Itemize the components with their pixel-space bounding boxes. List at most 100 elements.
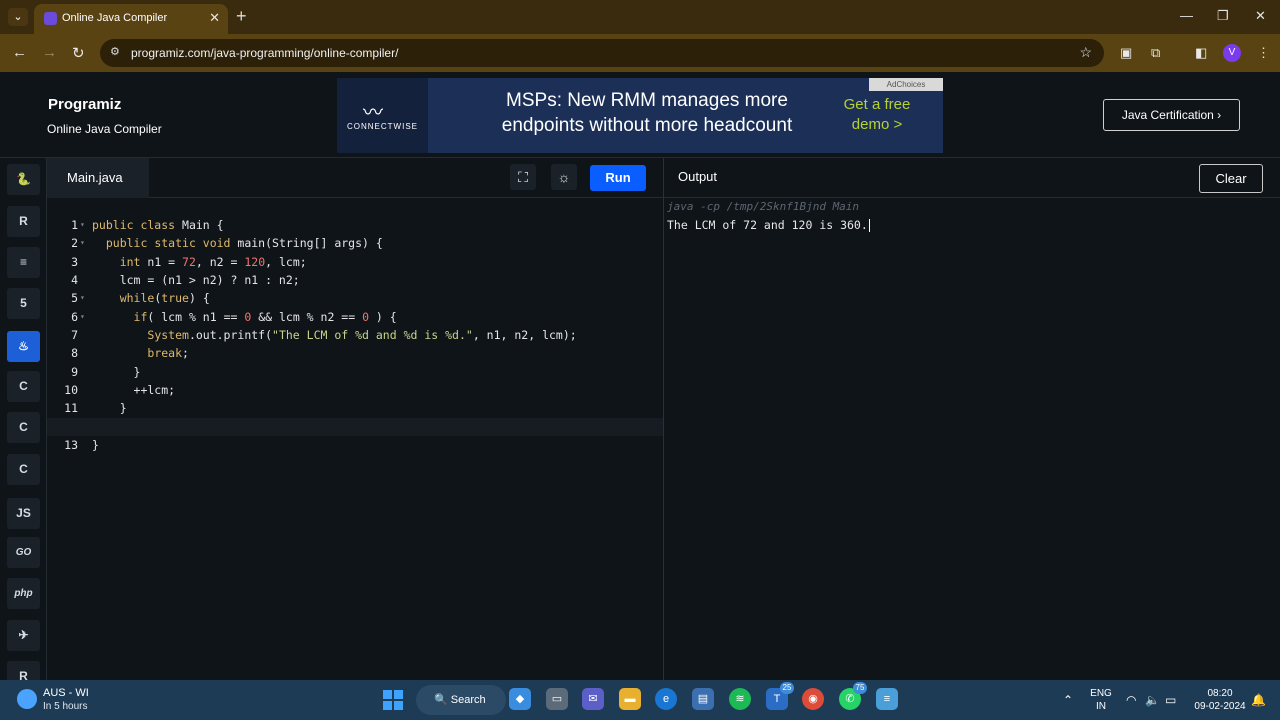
back-icon[interactable]: ← bbox=[12, 44, 27, 61]
language-sidebar: 🐍 R ≡ 5 ♨ C C C JS GO php ✈ R bbox=[0, 158, 47, 680]
output-header: Output Clear bbox=[664, 158, 1280, 198]
code-line[interactable]: 5 ▾ while(true) { bbox=[47, 271, 663, 305]
microsoft-store-icon[interactable]: ▤ bbox=[692, 688, 714, 710]
theme-toggle-sun-icon[interactable]: ☼ bbox=[551, 164, 577, 190]
code-line[interactable]: 4 lcm = (n1 > n2) ? n1 : n2; bbox=[47, 253, 663, 287]
search-label: Search bbox=[450, 694, 486, 706]
chrome-icon[interactable]: ◉ bbox=[802, 688, 824, 710]
weather-title[interactable]: AUS - WI bbox=[43, 687, 89, 699]
output-title: Output bbox=[678, 169, 718, 184]
whatsapp-badge: 75 bbox=[853, 682, 867, 694]
code-line[interactable]: 10 ++lcm; bbox=[47, 363, 663, 397]
code-line[interactable]: 8 break; bbox=[47, 326, 663, 360]
spotify-icon[interactable]: ≋ bbox=[729, 688, 751, 710]
windows-start-icon[interactable] bbox=[383, 690, 403, 710]
code-line-current[interactable]: 13} bbox=[47, 418, 663, 452]
text-caret bbox=[868, 219, 870, 232]
code-line[interactable]: 2 ▾ public static void main(String[] args… bbox=[47, 216, 663, 250]
ad-brand-name: CONNECTWISE bbox=[347, 122, 418, 131]
teams-chat-icon[interactable]: ✉ bbox=[582, 688, 604, 710]
extension-app-icon[interactable]: ▣ bbox=[1120, 45, 1132, 61]
code-line[interactable]: 3 int n1 = 72, n2 = 120, lcm; bbox=[47, 235, 663, 269]
page-title: Online Java Compiler bbox=[47, 122, 162, 136]
wifi-icon[interactable]: ◠ bbox=[1126, 693, 1136, 707]
tab-search-icon[interactable]: ⌄ bbox=[8, 8, 28, 26]
lang-js-icon[interactable]: JS bbox=[7, 498, 40, 529]
code-editor[interactable]: 1 ▾ public class Main { 2 ▾ public static v… bbox=[47, 198, 663, 680]
file-tab-main-java[interactable]: Main.java bbox=[47, 158, 149, 198]
code-line[interactable]: 7 System.out.printf("The LCM of %d and %… bbox=[47, 308, 663, 342]
run-button[interactable]: Run bbox=[590, 165, 646, 191]
browser-tab-bar: ⌄ Online Java Compiler ✕ + — ❐ ✕ bbox=[0, 0, 1280, 34]
code-line[interactable]: 11 } bbox=[47, 381, 663, 415]
code-line[interactable]: 1 ▾ public class Main { bbox=[47, 198, 663, 232]
line-number: 13 bbox=[64, 438, 78, 452]
output-command: java -cp /tmp/2Sknf1Bjnd Main bbox=[667, 200, 860, 213]
site-header: Programiz Online Java Compiler 〰 CONNECT… bbox=[0, 72, 1280, 158]
url-text[interactable]: programiz.com/java-programming/online-co… bbox=[131, 46, 398, 60]
browser-menu-icon[interactable]: ⋮ bbox=[1257, 45, 1270, 61]
site-info-icon[interactable]: ⚙ bbox=[110, 45, 120, 58]
close-window-icon[interactable]: ✕ bbox=[1255, 8, 1266, 24]
lang-python-icon[interactable]: 🐍 bbox=[7, 164, 40, 195]
java-certification-button[interactable]: Java Certification › bbox=[1103, 99, 1240, 131]
teams-icon[interactable]: T 25 bbox=[766, 682, 794, 710]
clear-button[interactable]: Clear bbox=[1199, 164, 1263, 193]
clock-time[interactable]: 08:20 bbox=[1188, 688, 1252, 699]
lang-html-icon[interactable]: 5 bbox=[7, 288, 40, 319]
lang-go-icon[interactable]: GO bbox=[7, 537, 40, 568]
output-result[interactable]: The LCM of 72 and 120 is 360. bbox=[667, 218, 870, 232]
connectwise-logo-icon: 〰 bbox=[363, 102, 383, 124]
lang-php-icon[interactable]: php bbox=[7, 578, 40, 609]
close-tab-icon[interactable]: ✕ bbox=[209, 10, 220, 26]
ad-cta[interactable]: Get a free demo > bbox=[829, 95, 925, 135]
fullscreen-icon[interactable]: ⛶ bbox=[510, 164, 536, 190]
battery-icon[interactable]: ▭ bbox=[1165, 693, 1176, 707]
lang-c-icon[interactable]: C bbox=[7, 371, 40, 402]
output-console[interactable]: java -cp /tmp/2Sknf1Bjnd Main The LCM of… bbox=[664, 198, 1280, 680]
lang-rust-icon[interactable]: R bbox=[7, 661, 40, 680]
lang-csharp-icon[interactable]: C bbox=[7, 454, 40, 485]
edge-icon[interactable]: e bbox=[655, 688, 677, 710]
editor-toolbar: Main.java ⛶ ☼ Run bbox=[47, 158, 663, 198]
taskbar-search-button[interactable]: 🔍 Search bbox=[416, 685, 506, 715]
new-tab-icon[interactable]: + bbox=[236, 6, 247, 26]
code-line[interactable]: 12 } bbox=[47, 400, 663, 434]
file-explorer-icon[interactable]: ▬ bbox=[619, 688, 641, 710]
lang-cpp-icon[interactable]: C bbox=[7, 412, 40, 443]
lang-sql-icon[interactable]: ≡ bbox=[7, 247, 40, 278]
address-bar: ← → ↻ ⚙ programiz.com/java-programming/o… bbox=[0, 34, 1280, 72]
language-region[interactable]: IN bbox=[1088, 701, 1114, 712]
reload-icon[interactable]: ↻ bbox=[72, 44, 85, 62]
programiz-logo[interactable]: Programiz bbox=[48, 96, 121, 113]
language-indicator[interactable]: ENG bbox=[1088, 688, 1114, 699]
notepad-icon[interactable]: ≡ bbox=[876, 688, 898, 710]
lang-java-icon[interactable]: ♨ bbox=[7, 331, 40, 362]
forward-icon[interactable]: → bbox=[42, 44, 57, 61]
output-result-text: The LCM of 72 and 120 is 360. bbox=[667, 218, 868, 232]
code-line[interactable]: 6 ▾ if( lcm % n1 == 0 && lcm % n2 == 0 ) … bbox=[47, 290, 663, 324]
browser-tab[interactable]: Online Java Compiler ✕ bbox=[34, 4, 228, 34]
side-panel-icon[interactable]: ◧ bbox=[1195, 45, 1207, 61]
ad-choices[interactable]: AdChoices bbox=[869, 78, 943, 91]
show-hidden-icons-icon[interactable]: ⌃ bbox=[1063, 693, 1073, 707]
extensions-puzzle-icon[interactable]: ⧉ bbox=[1151, 45, 1160, 61]
lang-swift-icon[interactable]: ✈ bbox=[7, 620, 40, 651]
weather-subtitle[interactable]: In 5 hours bbox=[43, 701, 87, 712]
copilot-icon[interactable]: ◆ bbox=[509, 688, 531, 710]
task-view-icon[interactable]: ▭ bbox=[546, 688, 568, 710]
bookmark-star-icon[interactable]: ☆ bbox=[1079, 44, 1092, 61]
profile-avatar[interactable]: V bbox=[1223, 44, 1241, 62]
tab-title: Online Java Compiler bbox=[62, 12, 168, 24]
advertisement-banner[interactable]: 〰 CONNECTWISE MSPs: New RMM manages more… bbox=[337, 78, 943, 153]
code-line[interactable]: 9 } bbox=[47, 345, 663, 379]
whatsapp-icon[interactable]: ✆ 75 bbox=[839, 682, 867, 710]
maximize-icon[interactable]: ❐ bbox=[1217, 8, 1229, 24]
volume-muted-icon[interactable]: 🔈 bbox=[1145, 693, 1160, 707]
minimize-icon[interactable]: — bbox=[1180, 8, 1193, 23]
notification-bell-icon[interactable]: 🔔 bbox=[1251, 693, 1266, 707]
omnibox[interactable]: ⚙ programiz.com/java-programming/online-… bbox=[100, 39, 1104, 67]
lang-r-icon[interactable]: R bbox=[7, 206, 40, 237]
clock-date[interactable]: 09-02-2024 bbox=[1188, 701, 1252, 712]
weather-icon[interactable] bbox=[17, 689, 37, 709]
